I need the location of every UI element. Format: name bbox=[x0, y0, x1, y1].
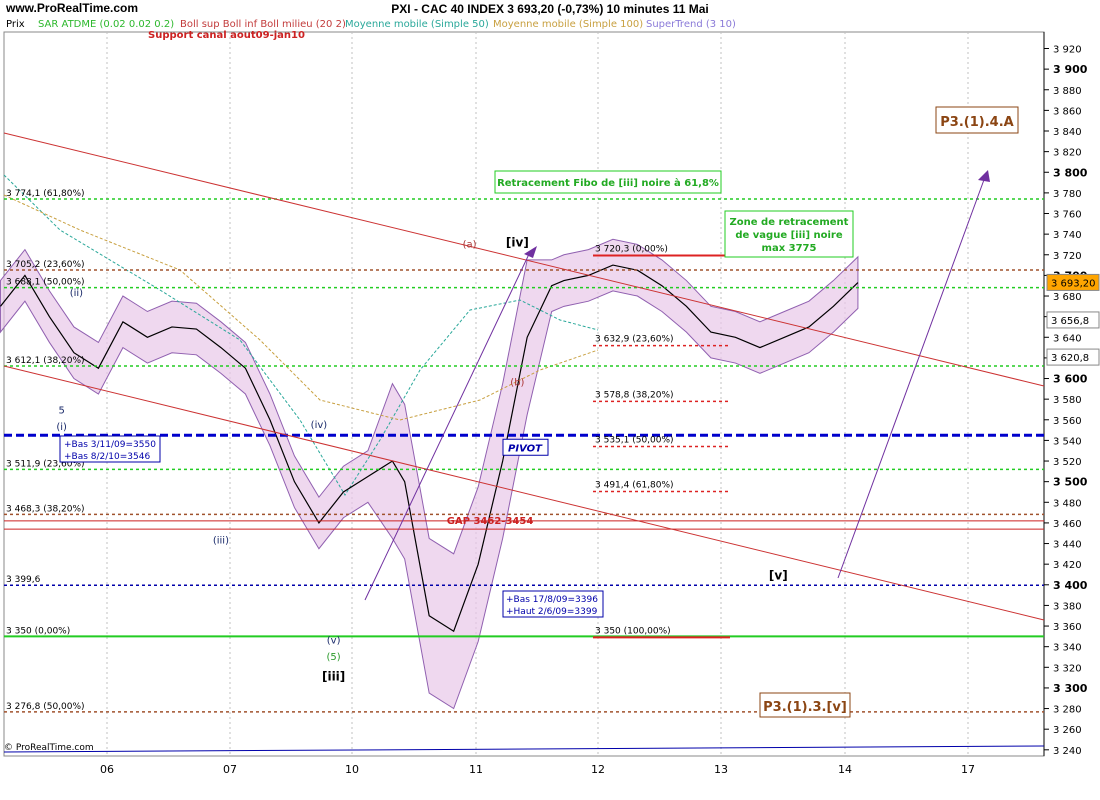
wave-label: (5) bbox=[327, 652, 341, 663]
x-tick-label: 06 bbox=[100, 763, 114, 776]
right-fibo-label: 3 720,3 (0,00%) bbox=[595, 244, 668, 254]
wave-label: 5 bbox=[58, 406, 64, 417]
fibo-level-label: 3 276,8 (50,00%) bbox=[6, 702, 85, 712]
wave-label: (iii) bbox=[213, 536, 229, 547]
y-tick-label: 3 540 bbox=[1053, 436, 1082, 447]
annotation-zone: de vague [iii] noire bbox=[735, 230, 842, 241]
wave-label: (iv) bbox=[311, 420, 328, 431]
price-chart[interactable]: 06 07 10 11 12 13 14 17 3 240 3 260 3 280 3 300 3 32… bbox=[0, 0, 1100, 800]
x-tick-label: 10 bbox=[345, 763, 359, 776]
fibo-level-label: 3 688,1 (50,00%) bbox=[6, 278, 85, 288]
y-tick-label: 3 260 bbox=[1053, 725, 1082, 736]
annotation-lows: +Bas 17/8/09=3396 bbox=[506, 595, 598, 605]
y-tick-label: 3 740 bbox=[1053, 230, 1082, 241]
gap-label: GAP 3462-3454 bbox=[447, 516, 534, 527]
wave-label: (a) bbox=[463, 240, 477, 251]
fibo-level-label: 3 350 (0,00%) bbox=[6, 626, 70, 636]
price-tag-label: 3 620,8 bbox=[1051, 353, 1089, 364]
fibo-level-label: 3 468,3 (38,20%) bbox=[6, 504, 85, 514]
y-tick-label: 3 240 bbox=[1053, 746, 1082, 757]
y-tick-label: 3 860 bbox=[1053, 106, 1082, 117]
wave-target-label: P3.(1).4.A bbox=[940, 115, 1013, 130]
y-tick-label: 3 760 bbox=[1053, 210, 1082, 221]
x-tick-label: 12 bbox=[591, 763, 605, 776]
wave-label: [iii] bbox=[322, 670, 345, 684]
x-tick-label: 11 bbox=[469, 763, 483, 776]
x-tick-label: 14 bbox=[838, 763, 852, 776]
wave-label: (b) bbox=[510, 378, 524, 389]
y-tick-label: 3 560 bbox=[1053, 416, 1082, 427]
y-tick-label: 3 480 bbox=[1053, 498, 1082, 509]
y-tick-label: 3 320 bbox=[1053, 663, 1082, 674]
right-fibo-label: 3 632,9 (23,60%) bbox=[595, 335, 674, 345]
right-fibo-label: 3 491,4 (61,80%) bbox=[595, 481, 674, 491]
right-fibo-label: 3 578,8 (38,20%) bbox=[595, 390, 674, 400]
x-tick-label: 17 bbox=[961, 763, 975, 776]
y-tick-label: 3 520 bbox=[1053, 457, 1082, 468]
pivot-label: PIVOT bbox=[508, 443, 543, 454]
y-tick-label: 3 880 bbox=[1053, 86, 1082, 97]
wave-label: (i) bbox=[56, 422, 67, 433]
y-tick-label: 3 820 bbox=[1053, 148, 1082, 159]
annotation-zone: Zone de retracement bbox=[730, 217, 849, 228]
y-tick-label: 3 400 bbox=[1053, 579, 1088, 592]
y-tick-label: 3 600 bbox=[1053, 373, 1088, 386]
fibo-level-label: 3 399,6 bbox=[6, 575, 41, 585]
wave-label: [iv] bbox=[506, 236, 529, 250]
copyright-footer: © ProRealTime.com bbox=[4, 743, 94, 753]
y-tick-label: 3 800 bbox=[1053, 166, 1088, 179]
x-tick-label: 07 bbox=[223, 763, 237, 776]
price-tag-label: 3 656,8 bbox=[1051, 316, 1089, 327]
y-tick-label: 3 900 bbox=[1053, 63, 1088, 76]
y-tick-label: 3 840 bbox=[1053, 127, 1082, 138]
y-tick-label: 3 720 bbox=[1053, 251, 1082, 262]
y-tick-label: 3 340 bbox=[1053, 643, 1082, 654]
fibo-level-label: 3 774,1 (61,80%) bbox=[6, 189, 85, 199]
y-tick-label: 3 420 bbox=[1053, 560, 1082, 571]
right-fibo-label: 3 350 (100,00%) bbox=[595, 626, 671, 636]
annotation-zone: max 3775 bbox=[762, 243, 817, 254]
y-tick-label: 3 920 bbox=[1053, 45, 1082, 56]
wave-label: (ii) bbox=[70, 288, 83, 299]
annotation-lows: +Bas 8/2/10=3546 bbox=[64, 452, 150, 462]
x-tick-label: 13 bbox=[714, 763, 728, 776]
fibo-level-label: 3 612,1 (38,20%) bbox=[6, 356, 85, 366]
y-tick-label: 3 780 bbox=[1053, 189, 1082, 200]
annotation-support: Support canal aout09-jan10 bbox=[148, 30, 305, 41]
fibo-level-label: 3 705,2 (23,60%) bbox=[6, 260, 85, 270]
right-fibo-label: 3 535,1 (50,00%) bbox=[595, 435, 674, 445]
annotation-lows: +Haut 2/6/09=3399 bbox=[506, 607, 598, 617]
annotation-fibo: Retracement Fibo de [iii] noire à 61,8% bbox=[497, 177, 719, 189]
y-tick-label: 3 360 bbox=[1053, 622, 1082, 633]
wave-label: [v] bbox=[769, 569, 788, 583]
wave-target-label: P3.(1).3.[v] bbox=[763, 700, 847, 715]
chart-container: www.ProRealTime.com PXI - CAC 40 INDEX 3… bbox=[0, 0, 1100, 800]
annotation-lows: +Bas 3/11/09=3550 bbox=[64, 440, 156, 450]
y-tick-label: 3 440 bbox=[1053, 540, 1082, 551]
y-tick-label: 3 380 bbox=[1053, 601, 1082, 612]
y-tick-label: 3 640 bbox=[1053, 333, 1082, 344]
y-tick-label: 3 580 bbox=[1053, 395, 1082, 406]
wave-label: (v) bbox=[327, 636, 341, 647]
y-tick-label: 3 460 bbox=[1053, 519, 1082, 530]
price-tag-label: 3 693,20 bbox=[1051, 278, 1096, 289]
y-tick-label: 3 680 bbox=[1053, 292, 1082, 303]
y-tick-label: 3 280 bbox=[1053, 705, 1082, 716]
y-tick-label: 3 500 bbox=[1053, 476, 1088, 489]
y-tick-label: 3 300 bbox=[1053, 682, 1088, 695]
